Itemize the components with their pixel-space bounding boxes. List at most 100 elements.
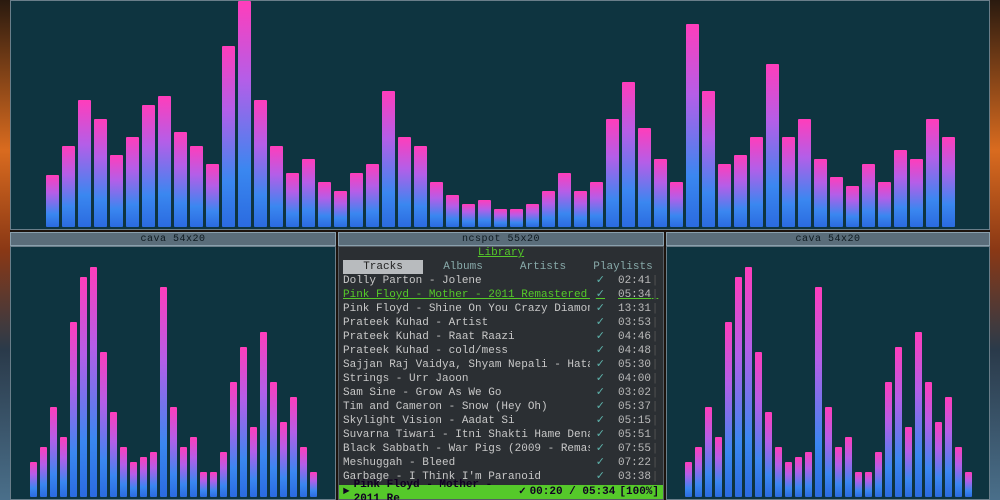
eq-bar [945,397,952,497]
track-duration: 04:46 [605,330,651,344]
eq-bar [725,322,732,497]
track-title: Tim and Cameron - Snow (Hey Oh) [343,400,590,414]
saved-tick-icon: ✓ [590,428,605,442]
eq-bar [190,437,197,497]
eq-bar [110,412,117,497]
track-title: Suvarna Tiwari - Itni Shakti Hame Dena D… [343,428,590,442]
track-row[interactable]: Black Sabbath - War Pigs (2009 - Remaste… [343,442,659,456]
wallpaper-left-strip [0,0,10,500]
eq-bar [865,472,872,497]
ncspot-track-list[interactable]: Dolly Parton - Jolene✓02:41|Pink Floyd -… [339,274,663,498]
scrollbar-gutter: | [651,288,659,302]
saved-tick-icon: ✓ [590,330,605,344]
track-title: Prateek Kuhad - Raat Raazi [343,330,590,344]
eq-bar [398,137,411,227]
eq-bar [200,472,207,497]
eq-bar [286,173,299,227]
eq-bar [606,119,619,227]
track-duration: 13:31 [605,302,651,316]
track-row[interactable]: Strings - Urr Jaoon✓04:00| [343,372,659,386]
eq-bar [878,182,891,227]
track-duration: 05:34 [605,288,651,302]
eq-bar [574,191,587,227]
scrollbar-gutter: | [651,442,659,456]
eq-bar [705,407,712,497]
track-row[interactable]: Skylight Vision - Aadat Si✓05:15| [343,414,659,428]
eq-bar [78,100,91,227]
track-duration: 07:22 [605,456,651,470]
cava-right-panel [666,246,990,500]
eq-bar [542,191,555,227]
eq-bar [925,382,932,497]
track-title: Dolly Parton - Jolene [343,274,590,288]
ncspot-titlebar[interactable]: ncspot 55x20 [338,232,664,246]
eq-bar [942,137,955,227]
track-title: Sajjan Raj Vaidya, Shyam Nepali - Hataar… [343,358,590,372]
eq-bar [150,452,157,497]
ncspot-header: Library [339,247,663,260]
track-row[interactable]: Prateek Kuhad - Raat Raazi✓04:46| [343,330,659,344]
eq-bar [686,24,699,227]
track-row[interactable]: Meshuggah - Bleed✓07:22| [343,456,659,470]
scrollbar-gutter: | [651,344,659,358]
track-title: Black Sabbath - War Pigs (2009 - Remaste… [343,442,590,456]
eq-bar [875,452,882,497]
eq-bar [110,155,123,227]
track-row[interactable]: Dolly Parton - Jolene✓02:41| [343,274,659,288]
saved-tick-icon: ✓ [590,288,605,302]
eq-bar [62,146,75,227]
track-row[interactable]: Pink Floyd - Shine On You Crazy Diamond … [343,302,659,316]
saved-tick-icon: ✓ [590,302,605,316]
scrollbar-gutter: | [651,470,659,484]
cava-left-titlebar[interactable]: cava 54x20 [10,232,336,246]
eq-bar [222,46,235,227]
scrollbar-gutter: | [651,386,659,400]
eq-bar [60,437,67,497]
eq-bar [494,209,507,227]
eq-bar [735,277,742,497]
scrollbar-gutter: | [651,274,659,288]
tab-tracks[interactable]: Tracks [343,260,423,274]
eq-bar [120,447,127,497]
eq-bar [180,447,187,497]
eq-bar [718,164,731,227]
eq-bar [170,407,177,497]
tab-artists[interactable]: Artists [503,260,583,274]
saved-tick-icon: ✓ [590,386,605,400]
track-row[interactable]: Tim and Cameron - Snow (Hey Oh)✓05:37| [343,400,659,414]
tab-playlists[interactable]: Playlists [583,260,663,274]
eq-bar [318,182,331,227]
eq-bar [70,322,77,497]
track-row[interactable]: Sam Sine - Grow As We Go✓03:02| [343,386,659,400]
eq-bar [382,91,395,227]
track-title: Meshuggah - Bleed [343,456,590,470]
track-duration: 04:48 [605,344,651,358]
track-row[interactable]: Sajjan Raj Vaidya, Shyam Nepali - Hataar… [343,358,659,372]
saved-tick-icon: ✓ [590,442,605,456]
track-duration: 03:38 [605,470,651,484]
track-row[interactable]: Pink Floyd - Mother - 2011 Remastered Ve… [343,288,659,302]
eq-bar [885,382,892,497]
eq-bar [654,159,667,227]
track-row[interactable]: Prateek Kuhad - Artist✓03:53| [343,316,659,330]
eq-bar [926,119,939,227]
eq-bar [80,277,87,497]
eq-bar [702,91,715,227]
eq-bar [795,457,802,497]
saved-tick-icon: ✓ [590,274,605,288]
status-tick-icon: ✓ [519,485,526,499]
eq-bar [905,427,912,497]
track-row[interactable]: Prateek Kuhad - cold/mess✓04:48| [343,344,659,358]
eq-bar [510,209,523,227]
eq-bar [734,155,747,227]
track-title: Skylight Vision - Aadat Si [343,414,590,428]
eq-bar [590,182,603,227]
eq-bar [478,200,491,227]
track-row[interactable]: Suvarna Tiwari - Itni Shakti Hame Dena D… [343,428,659,442]
eq-bar [220,452,227,497]
eq-bar [622,82,635,227]
tab-albums[interactable]: Albums [423,260,503,274]
eq-bar [785,462,792,497]
cava-right-titlebar[interactable]: cava 54x20 [666,232,990,246]
eq-bar [270,146,283,227]
